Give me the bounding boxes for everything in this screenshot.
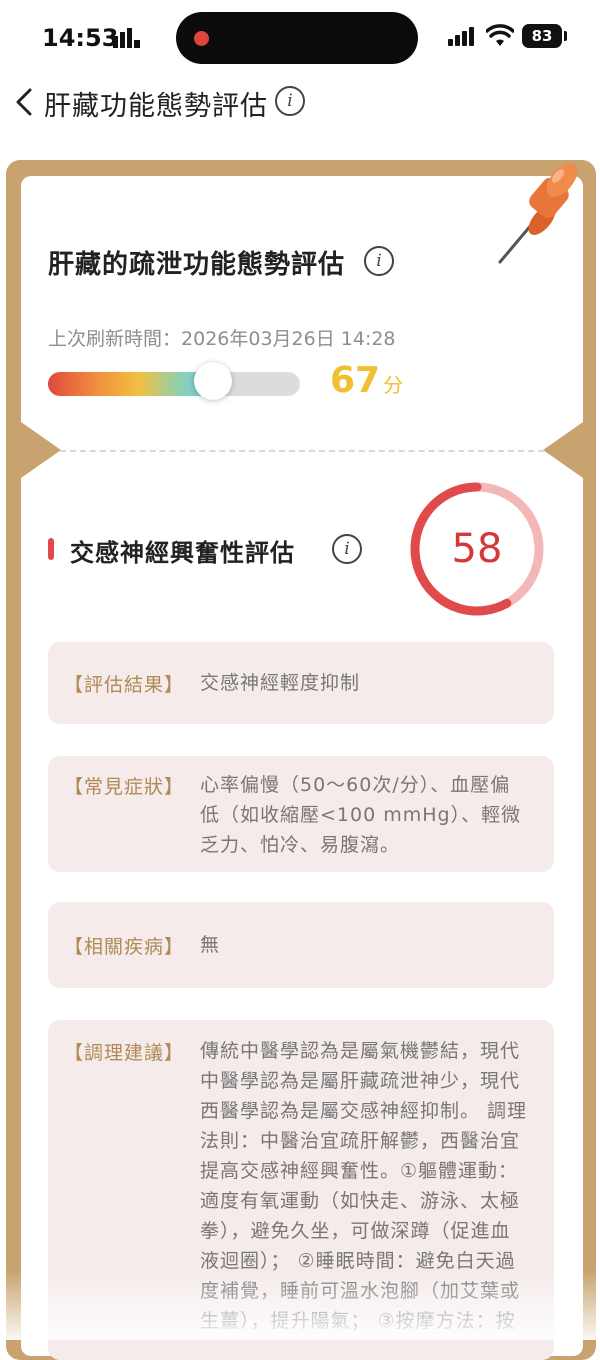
assessment-result-label: 【評估結果】: [64, 673, 185, 696]
dynamic-island: [176, 12, 418, 64]
cellular-signal-icon: [448, 26, 478, 46]
overall-score: 67 分: [330, 360, 403, 401]
refresh-time: 2026年03月26日 14:28: [181, 328, 396, 350]
card-notch-right: [543, 422, 583, 478]
assessment-result-text: 交感神經輕度抑制: [200, 672, 361, 694]
dashed-divider: [60, 450, 544, 452]
signal-bars-icon: [113, 28, 140, 48]
back-arrow-icon[interactable]: [8, 80, 48, 124]
pushpin-icon: [498, 163, 578, 264]
card-notch-left: [21, 422, 61, 478]
score-progress-bar: [48, 372, 300, 396]
overall-score-unit: 分: [383, 373, 404, 397]
related-diseases-box: 【相關疾病】 無: [48, 902, 554, 988]
section-title: 交感神經興奮性評估: [70, 539, 295, 567]
related-diseases-label: 【相關疾病】: [64, 935, 185, 958]
common-symptoms-box: 【常見症狀】 心率偏慢（50～60次/分）、血壓偏低（如收縮壓<100 mmHg…: [48, 756, 554, 872]
refresh-label: 上次刷新時間：: [48, 328, 182, 350]
section-score: 58: [451, 526, 503, 572]
refresh-info: 上次刷新時間：2026年03月26日 14:28: [48, 324, 396, 351]
nav-bar: 肝藏功能態勢評估 i: [0, 76, 600, 130]
overall-score-value: 67: [330, 360, 381, 401]
card-title: 肝藏的疏泄功能態勢評估: [48, 250, 346, 280]
bottom-fade: [0, 1270, 600, 1340]
status-bar: 14:53 83: [0, 0, 600, 76]
wifi-icon: [486, 24, 514, 46]
page-title: 肝藏功能態勢評估: [44, 91, 268, 122]
info-icon[interactable]: i: [275, 86, 305, 116]
common-symptoms-label: 【常見症狀】: [64, 776, 185, 798]
recording-dot-icon: [194, 31, 209, 46]
common-symptoms-text: 心率偏慢（50～60次/分）、血壓偏低（如收縮壓<100 mmHg）、輕微乏力、…: [200, 774, 522, 856]
related-diseases-text: 無: [200, 934, 221, 956]
score-progress-fill: [48, 372, 214, 396]
status-time: 14:53: [42, 24, 119, 52]
battery-icon: 83: [522, 24, 562, 48]
section-accent-bar: [48, 538, 54, 560]
assessment-result-box: 【評估結果】 交感神經輕度抑制: [48, 642, 554, 724]
card-info-icon[interactable]: i: [364, 246, 394, 276]
battery-tip: [564, 31, 567, 41]
section-info-icon[interactable]: i: [332, 534, 362, 564]
